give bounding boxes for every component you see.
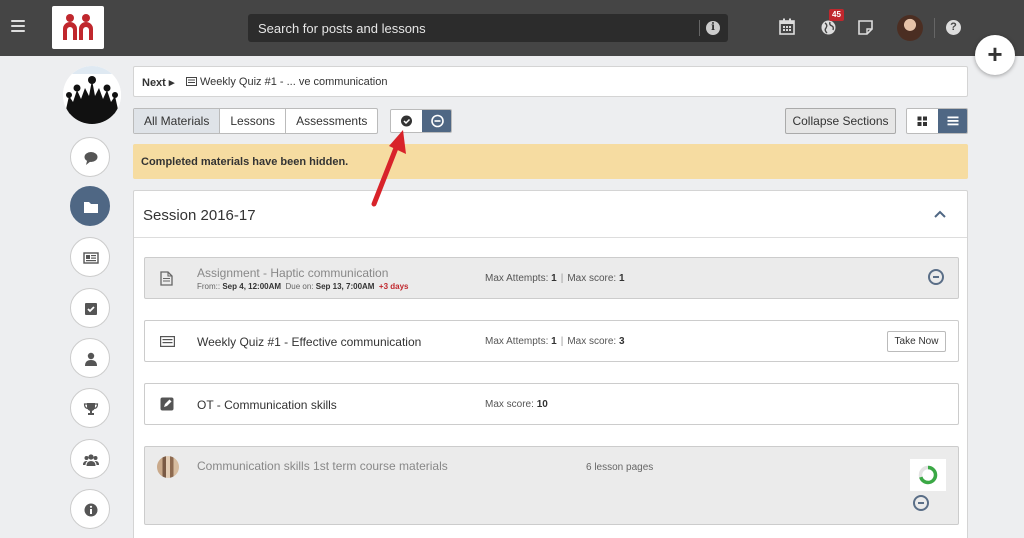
hamburger-icon[interactable] <box>11 20 25 32</box>
minus-circle-icon[interactable] <box>928 269 944 285</box>
create-button[interactable]: + <box>975 35 1015 75</box>
search-divider <box>699 20 700 36</box>
item-title[interactable]: Communication skills 1st term course mat… <box>197 459 448 473</box>
trophy-icon <box>83 403 99 415</box>
rail-updates-button[interactable] <box>70 237 110 277</box>
chevron-up-icon[interactable] <box>934 210 946 218</box>
logo-icon[interactable] <box>52 6 104 49</box>
item-title[interactable]: Weekly Quiz #1 - Effective communication <box>197 335 421 349</box>
rail-info-button[interactable] <box>70 489 110 529</box>
session-section: Session 2016-17 Assignment - Haptic comm… <box>133 190 968 538</box>
item-dates: From:: Sep 4, 12:00AM Due on: Sep 13, 7:… <box>197 282 409 291</box>
folder-icon <box>84 202 98 213</box>
minus-circle-icon <box>431 114 444 128</box>
quiz-icon <box>186 77 197 86</box>
next-label: Next ▸ <box>142 77 175 89</box>
document-icon <box>160 271 173 286</box>
item-title[interactable]: Assignment - Haptic communication <box>197 266 388 280</box>
lesson-page-count: 6 lesson pages <box>586 462 654 473</box>
notice-text: Completed materials have been hidden. <box>141 156 349 168</box>
checkbox-icon <box>85 303 97 315</box>
view-mode-toggle <box>906 108 968 134</box>
folder-thumbnail <box>157 456 179 478</box>
list-item[interactable]: Weekly Quiz #1 - Effective communication… <box>144 320 959 362</box>
edit-icon <box>160 397 174 411</box>
list-item[interactable]: Assignment - Haptic communication From::… <box>144 257 959 299</box>
next-material-bar[interactable]: Next ▸ Weekly Quiz #1 - ... ve communica… <box>133 66 968 97</box>
notification-badge: 45 <box>829 9 844 21</box>
list-view-button[interactable] <box>938 109 967 133</box>
list-item[interactable]: Communication skills 1st term course mat… <box>144 446 959 525</box>
tab-lessons[interactable]: Lessons <box>219 109 285 133</box>
rail-groups-button[interactable] <box>70 439 110 479</box>
hidden-notice: Completed materials have been hidden. <box>133 144 968 179</box>
section-title: Session 2016-17 <box>143 207 256 224</box>
rail-materials-button[interactable] <box>70 186 110 226</box>
progress-indicator <box>910 459 946 491</box>
tab-all-materials[interactable]: All Materials <box>134 109 220 133</box>
quiz-icon <box>160 336 175 347</box>
rail-comments-button[interactable] <box>70 137 110 177</box>
comment-icon <box>84 152 98 165</box>
take-now-button[interactable]: Take Now <box>887 331 946 352</box>
item-meta: Max score: 10 <box>485 399 548 410</box>
rail-grades-button[interactable] <box>70 288 110 328</box>
section-divider <box>134 237 967 238</box>
calendar-icon[interactable] <box>779 18 795 35</box>
tab-assessments[interactable]: Assessments <box>285 109 377 133</box>
help-icon[interactable]: ? <box>946 20 961 35</box>
material-type-tabs: All Materials Lessons Assessments <box>133 108 379 134</box>
rail-badges-button[interactable] <box>70 388 110 428</box>
next-material-title[interactable]: Weekly Quiz #1 - ... ve communication <box>200 76 387 88</box>
info-icon[interactable]: i <box>706 21 720 35</box>
list-item[interactable]: OT - Communication skills Max score: 10 <box>144 383 959 425</box>
note-icon[interactable] <box>858 20 873 35</box>
item-title[interactable]: OT - Communication skills <box>197 398 337 412</box>
users-icon <box>83 454 99 466</box>
user-avatar[interactable] <box>897 15 923 41</box>
newspaper-icon <box>83 252 99 264</box>
globe-icon[interactable] <box>821 20 836 35</box>
topbar-divider <box>934 18 935 38</box>
user-icon <box>85 352 97 366</box>
search-input[interactable]: Search for posts and lessons i <box>248 14 728 42</box>
grid-view-button[interactable] <box>907 109 938 133</box>
list-icon <box>947 116 959 126</box>
item-meta: Max Attempts: 1 | Max score: 1 <box>485 273 625 284</box>
annotation-arrow <box>371 130 406 207</box>
rail-members-button[interactable] <box>70 338 110 378</box>
search-placeholder: Search for posts and lessons <box>258 21 426 36</box>
collapse-sections-button[interactable]: Collapse Sections <box>785 108 896 134</box>
item-meta: Max Attempts: 1 | Max score: 3 <box>485 336 625 347</box>
minus-circle-icon[interactable] <box>913 495 929 511</box>
grid-icon <box>917 116 927 126</box>
hide-completed-button[interactable] <box>422 110 451 132</box>
info-circle-icon <box>84 503 98 517</box>
group-avatar[interactable] <box>63 66 121 124</box>
top-bar: Search for posts and lessons i 45 ? <box>0 0 1024 56</box>
